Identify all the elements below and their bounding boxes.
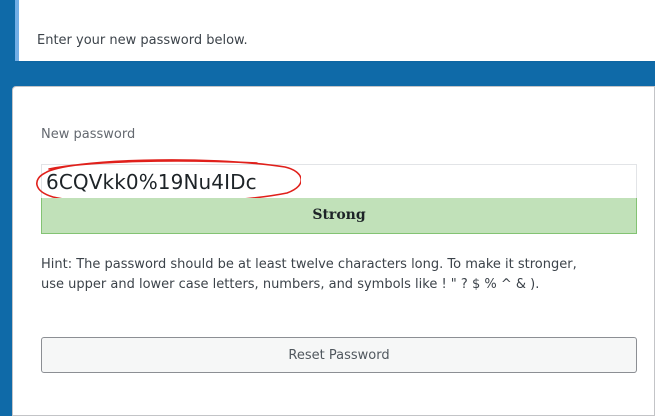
message-box: Enter your new password below. — [15, 0, 655, 61]
reset-password-button[interactable]: Reset Password — [41, 337, 637, 373]
password-field-wrapper — [41, 164, 637, 198]
new-password-label: New password — [41, 127, 136, 142]
password-strength-indicator: Strong — [41, 198, 637, 234]
new-password-input[interactable] — [42, 165, 636, 198]
reset-password-form: New password Strong Hint: The password s… — [12, 86, 655, 416]
hint-line-2: use upper and lower case letters, number… — [41, 277, 540, 292]
hint-line-1: Hint: The password should be at least tw… — [41, 257, 577, 272]
password-hint: Hint: The password should be at least tw… — [41, 255, 641, 295]
message-text: Enter your new password below. — [37, 33, 248, 48]
